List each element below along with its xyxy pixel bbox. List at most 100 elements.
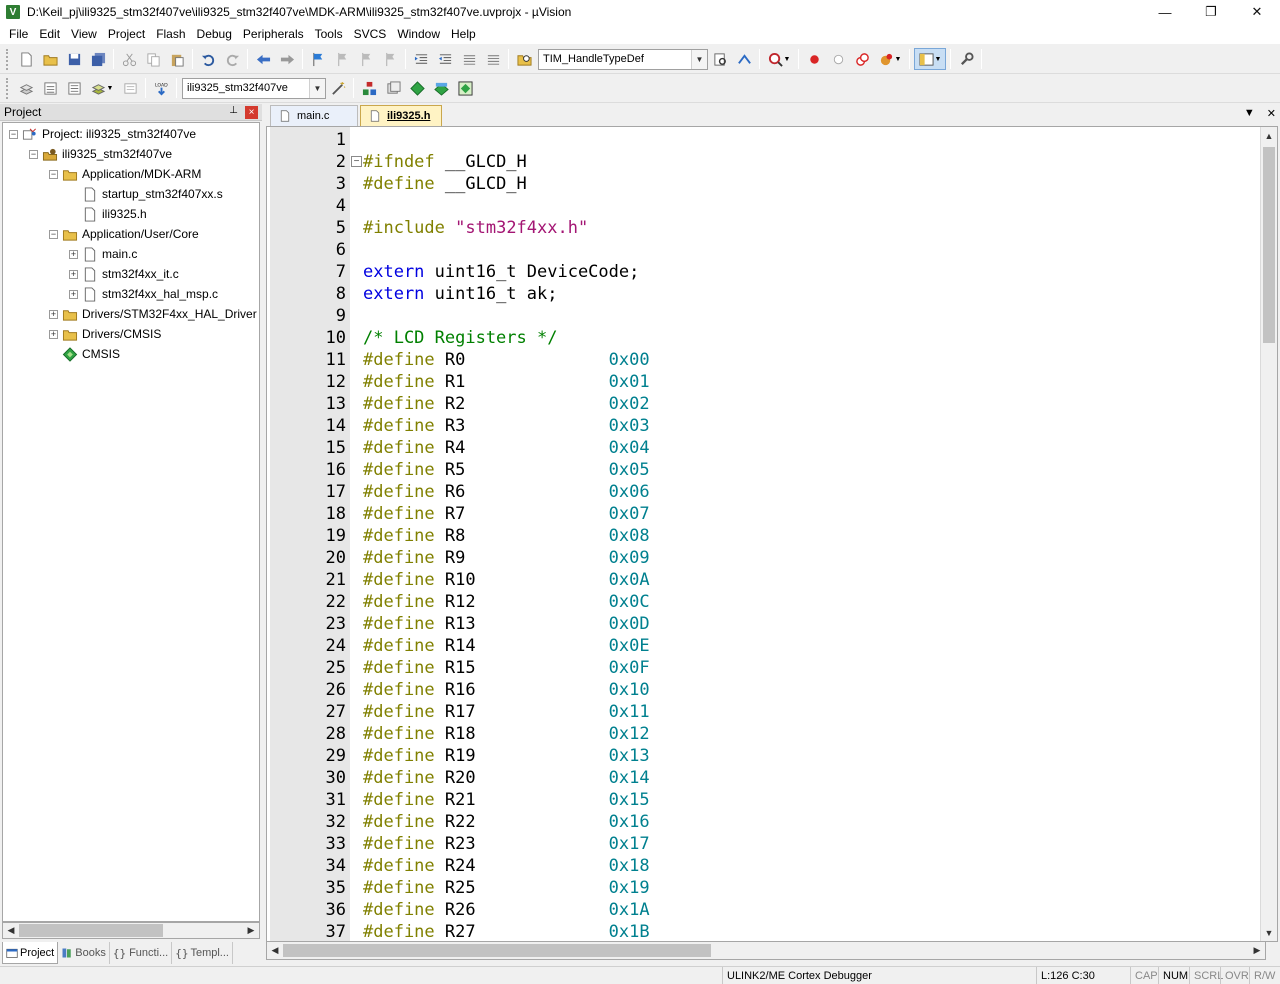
tab-templates[interactable]: {} Templ...	[172, 942, 233, 964]
stop-build-button[interactable]	[119, 77, 141, 99]
code-line[interactable]: #define R18 0x12	[363, 723, 650, 745]
tree-node-file[interactable]: ili9325.h	[69, 204, 147, 224]
tree-node-file[interactable]: startup_stm32f407xx.s	[69, 184, 223, 204]
tree-node-file[interactable]: + main.c	[69, 244, 137, 264]
collapse-toggle[interactable]: −	[29, 149, 38, 159]
code-line[interactable]: #define R24 0x18	[363, 855, 650, 877]
code-line[interactable]: #define R20 0x14	[363, 767, 650, 789]
tab-books[interactable]: Books	[58, 942, 110, 964]
expand-toggle[interactable]: +	[49, 309, 58, 319]
menu-debug[interactable]: Debug	[192, 24, 237, 44]
tree-node-component[interactable]: CMSIS	[49, 344, 120, 364]
target-select[interactable]: ili9325_stm32f407ve ▼	[182, 77, 326, 99]
code-line[interactable]: #define R9 0x09	[363, 547, 650, 569]
tree-node-group[interactable]: − Application/MDK-ARM	[49, 164, 201, 184]
code-line[interactable]: #define R15 0x0F	[363, 657, 650, 679]
find-combo[interactable]: TIM_HandleTypeDef ▼	[538, 48, 708, 70]
code-line[interactable]: #define R17 0x11	[363, 701, 650, 723]
code-line[interactable]: #define R6 0x06	[363, 481, 650, 503]
menu-edit[interactable]: Edit	[34, 24, 65, 44]
collapse-toggle[interactable]: −	[9, 129, 18, 139]
tree-node-group[interactable]: − Application/User/Core	[49, 224, 199, 244]
tab-project[interactable]: Project	[2, 942, 59, 964]
collapse-toggle[interactable]: −	[49, 229, 58, 239]
menu-svcs[interactable]: SVCS	[349, 24, 392, 44]
collapse-toggle[interactable]: −	[49, 169, 58, 179]
code-line[interactable]	[363, 239, 650, 261]
tree-node-group[interactable]: + Drivers/STM32F4xx_HAL_Driver	[49, 304, 257, 324]
code-line[interactable]: #define R10 0x0A	[363, 569, 650, 591]
incremental-find-button[interactable]	[733, 48, 755, 70]
save-button[interactable]	[63, 48, 85, 70]
new-file-button[interactable]	[15, 48, 37, 70]
project-tree-hscrollbar[interactable]: ◀ ▶	[2, 922, 260, 939]
find-in-files-button[interactable]	[513, 48, 535, 70]
insert-breakpoint-button[interactable]	[803, 48, 825, 70]
previous-bookmark-button[interactable]	[331, 48, 353, 70]
editor-hscrollbar[interactable]: ◀ ▶	[266, 942, 1266, 960]
window-layout-button[interactable]: ▼	[914, 48, 946, 70]
navigate-back-button[interactable]	[252, 48, 274, 70]
chevron-down-icon[interactable]: ▼	[309, 78, 325, 98]
manage-project-items-button[interactable]	[358, 77, 380, 99]
batch-build-button[interactable]: ▼	[87, 77, 117, 99]
code-line[interactable]: #define R14 0x0E	[363, 635, 650, 657]
fold-toggle-icon[interactable]: −	[351, 156, 362, 167]
menu-flash[interactable]: Flash	[151, 24, 190, 44]
open-file-button[interactable]	[39, 48, 61, 70]
event-recorder-button[interactable]	[454, 77, 476, 99]
clear-bookmarks-button[interactable]	[379, 48, 401, 70]
menu-help[interactable]: Help	[446, 24, 481, 44]
code-line[interactable]: #define R1 0x01	[363, 371, 650, 393]
indent-button[interactable]	[410, 48, 432, 70]
navigate-forward-button[interactable]	[276, 48, 298, 70]
code-line[interactable]: #define R19 0x13	[363, 745, 650, 767]
close-panel-button[interactable]: ×	[245, 106, 258, 119]
toolbar-grip[interactable]	[6, 48, 10, 70]
code-line[interactable]: extern uint16_t ak;	[363, 283, 650, 305]
tab-ili9325-h[interactable]: ili9325.h	[360, 105, 442, 126]
menu-view[interactable]: View	[66, 24, 102, 44]
expand-toggle[interactable]: +	[69, 249, 78, 259]
scroll-right-icon[interactable]: ▶	[243, 923, 259, 938]
scroll-up-icon[interactable]: ▲	[1261, 128, 1277, 143]
tree-node-project[interactable]: − Project: ili9325_stm32f407ve	[9, 124, 196, 144]
code-line[interactable]	[363, 305, 650, 327]
code-line[interactable]: #define R21 0x15	[363, 789, 650, 811]
code-line[interactable]: #define R27 0x1B	[363, 921, 650, 941]
scroll-thumb[interactable]	[1263, 147, 1275, 343]
close-window-button[interactable]: ✕	[1234, 0, 1280, 24]
code-line[interactable]: #define R25 0x19	[363, 877, 650, 899]
code-line[interactable]: #define R7 0x07	[363, 503, 650, 525]
tab-main-c[interactable]: main.c	[270, 105, 358, 126]
code-line[interactable]: #define R26 0x1A	[363, 899, 650, 921]
code-line[interactable]	[363, 195, 650, 217]
save-all-button[interactable]	[87, 48, 109, 70]
configure-button[interactable]	[955, 48, 977, 70]
code-line[interactable]: #define __GLCD_H	[363, 173, 650, 195]
translate-button[interactable]	[15, 77, 37, 99]
code-line[interactable]: extern uint16_t DeviceCode;	[363, 261, 650, 283]
tree-node-file[interactable]: + stm32f4xx_it.c	[69, 264, 179, 284]
menu-file[interactable]: File	[4, 24, 33, 44]
toolbar-grip[interactable]	[6, 77, 10, 99]
code-line[interactable]: #define R2 0x02	[363, 393, 650, 415]
code-line[interactable]: #define R4 0x04	[363, 437, 650, 459]
tree-node-file[interactable]: + stm32f4xx_hal_msp.c	[69, 284, 218, 304]
copy-button[interactable]	[142, 48, 164, 70]
code-line[interactable]: #define R12 0x0C	[363, 591, 650, 613]
unindent-button[interactable]	[434, 48, 456, 70]
cut-button[interactable]	[118, 48, 140, 70]
code-text[interactable]: #ifndef __GLCD_H #define __GLCD_H #include…	[363, 129, 650, 941]
menu-tools[interactable]: Tools	[310, 24, 348, 44]
maximize-button[interactable]: ❐	[1188, 0, 1234, 24]
expand-toggle[interactable]: +	[49, 329, 58, 339]
scroll-thumb[interactable]	[283, 944, 711, 957]
tab-list-dropdown-icon[interactable]: ▼	[1244, 107, 1255, 120]
next-bookmark-button[interactable]	[355, 48, 377, 70]
code-line[interactable]: #define R23 0x17	[363, 833, 650, 855]
pack-installer-button[interactable]	[430, 77, 452, 99]
comment-selection-button[interactable]	[458, 48, 480, 70]
expand-toggle[interactable]: +	[69, 269, 78, 279]
code-line[interactable]: #define R16 0x10	[363, 679, 650, 701]
